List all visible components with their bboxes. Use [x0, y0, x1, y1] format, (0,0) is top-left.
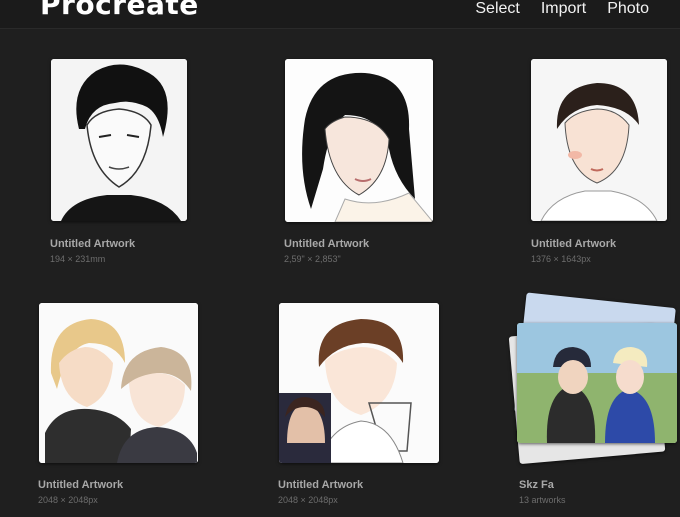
two-characters-image: [39, 303, 198, 463]
short-hair-portrait-image: [531, 59, 667, 221]
artwork-thumbnail-4[interactable]: [39, 303, 198, 463]
sketch-portrait-image: [51, 59, 187, 221]
stack-count: 13 artworks: [519, 495, 566, 505]
app-title: Procreate: [40, 0, 199, 21]
artwork-size-3: 1376 × 1643px: [531, 254, 591, 264]
select-button[interactable]: Select: [475, 0, 519, 18]
top-bar: Procreate Select Import Photo: [0, 0, 680, 29]
two-boys-image: [517, 323, 677, 443]
artwork-title-4[interactable]: Untitled Artwork: [38, 479, 123, 491]
artwork-size-2: 2,59" × 2,853": [284, 254, 341, 264]
gallery-actions: Select Import Photo: [475, 0, 649, 18]
artwork-size-4: 2048 × 2048px: [38, 495, 98, 505]
stack-title[interactable]: Skz Fa: [519, 479, 554, 491]
stack-thumbnail-front: [517, 323, 677, 443]
artwork-thumbnail-5[interactable]: [279, 303, 439, 463]
artwork-title-1[interactable]: Untitled Artwork: [50, 238, 135, 250]
import-button[interactable]: Import: [541, 0, 586, 18]
photo-button[interactable]: Photo: [607, 0, 649, 18]
artwork-title-5[interactable]: Untitled Artwork: [278, 479, 363, 491]
artwork-size-1: 194 × 231mm: [50, 254, 106, 264]
boy-with-drink-image: [279, 303, 439, 463]
artwork-thumbnail-3[interactable]: [531, 59, 667, 221]
artwork-thumbnail-2[interactable]: [285, 59, 433, 222]
artwork-title-2[interactable]: Untitled Artwork: [284, 238, 369, 250]
artwork-size-5: 2048 × 2048px: [278, 495, 338, 505]
long-hair-portrait-image: [285, 59, 433, 222]
artwork-thumbnail-1[interactable]: [51, 59, 187, 221]
artwork-title-3[interactable]: Untitled Artwork: [531, 238, 616, 250]
